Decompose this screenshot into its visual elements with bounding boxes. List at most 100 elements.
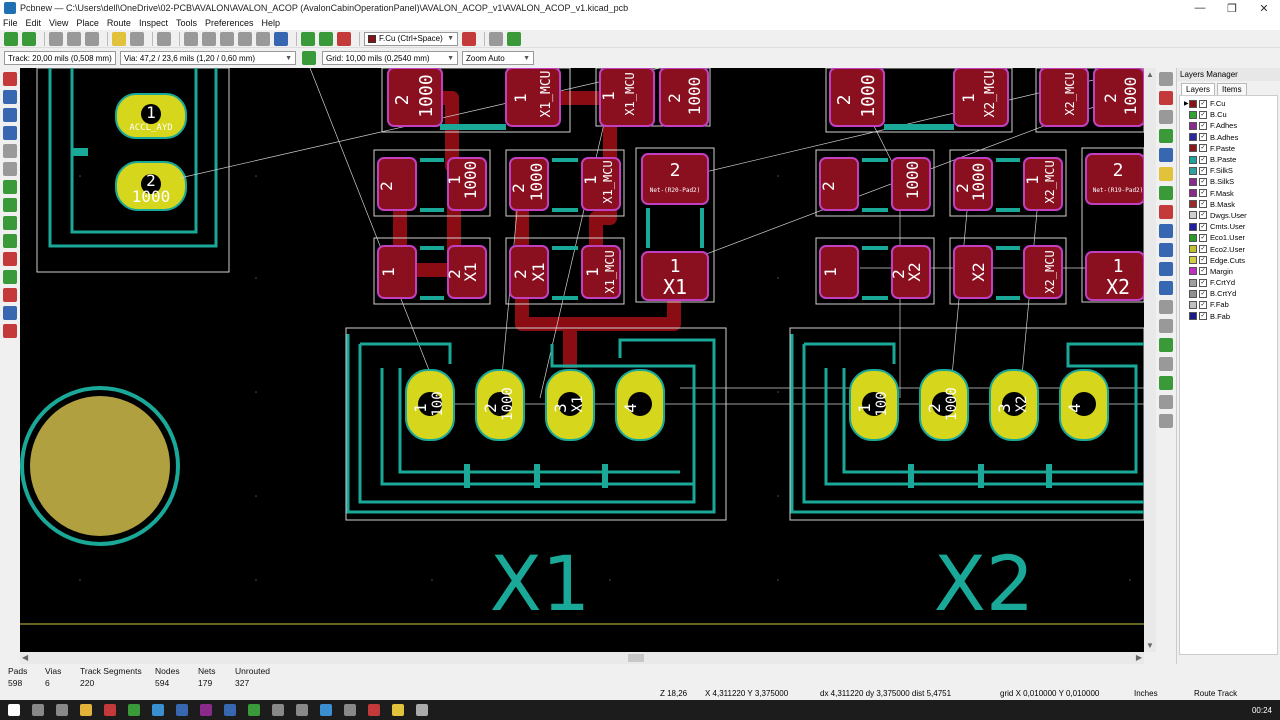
- pcb-canvas[interactable]: 1 ACCL_AYD 2 1000 2 1000 1 X1_MCU 1 X1_M…: [20, 68, 1144, 652]
- layer-color-swatch[interactable]: [1189, 144, 1197, 153]
- restore-button[interactable]: ❐: [1216, 2, 1248, 15]
- task-view-icon[interactable]: [56, 704, 68, 716]
- layer-color-swatch[interactable]: [1189, 289, 1197, 298]
- menu-file[interactable]: File: [3, 18, 18, 28]
- zoom-in-icon[interactable]: [202, 31, 216, 46]
- add-dimension-icon[interactable]: [1159, 319, 1173, 333]
- drc-icon[interactable]: [337, 31, 351, 46]
- maps-icon[interactable]: [296, 704, 308, 716]
- layer-row[interactable]: ✓ Cmts.User: [1180, 221, 1277, 232]
- layer-pair-icon[interactable]: [462, 31, 476, 46]
- layer-visibility-checkbox[interactable]: ✓: [1199, 233, 1207, 242]
- drill-origin-icon[interactable]: [1159, 376, 1173, 390]
- board-setup-icon[interactable]: [4, 31, 18, 46]
- zoom-fit-icon[interactable]: [238, 31, 252, 46]
- add-target-icon[interactable]: [1159, 338, 1173, 352]
- search-icon[interactable]: [32, 704, 44, 716]
- add-keepout-icon[interactable]: [1159, 205, 1173, 219]
- zoom-selection-icon[interactable]: [256, 31, 270, 46]
- active-layer-select[interactable]: F.Cu (Ctrl+Space) ▼: [364, 31, 458, 46]
- layer-color-swatch[interactable]: [1189, 233, 1197, 242]
- layer-visibility-checkbox[interactable]: ✓: [1199, 144, 1207, 153]
- close-button[interactable]: ✕: [1248, 2, 1280, 15]
- layer-color-swatch[interactable]: [1189, 110, 1197, 119]
- layer-row[interactable]: ✓ Eco1.User: [1180, 232, 1277, 243]
- plot-icon[interactable]: [85, 31, 99, 46]
- layer-row[interactable]: ✓ F.SilkS: [1180, 165, 1277, 176]
- layer-color-swatch[interactable]: [1189, 200, 1197, 209]
- zoom-area-icon[interactable]: [274, 31, 288, 46]
- menu-help[interactable]: Help: [262, 18, 281, 28]
- layer-visibility-checkbox[interactable]: ✓: [1199, 278, 1207, 287]
- layer-row[interactable]: ✓ B.Paste: [1180, 154, 1277, 165]
- edge-icon[interactable]: [152, 704, 164, 716]
- vertical-scrollbar[interactable]: ▲ ▼: [1144, 68, 1156, 652]
- find-icon[interactable]: [157, 31, 171, 46]
- add-via-icon[interactable]: [1159, 167, 1173, 181]
- scroll-up-icon[interactable]: ▲: [1146, 70, 1154, 79]
- grid-select[interactable]: Grid: 10,00 mils (0,2540 mm) ▼: [322, 51, 458, 65]
- layer-visibility-checkbox[interactable]: ✓: [1199, 189, 1207, 198]
- curved-ratsnest-icon[interactable]: [3, 198, 17, 212]
- polar-coords-icon[interactable]: [3, 108, 17, 122]
- layer-color-swatch[interactable]: [1189, 166, 1197, 175]
- layer-color-swatch[interactable]: [1189, 278, 1197, 287]
- inch-units-icon[interactable]: [3, 126, 17, 140]
- layer-visibility-checkbox[interactable]: ✓: [1199, 222, 1207, 231]
- footprint-connector-x1[interactable]: [345, 327, 727, 521]
- add-polygon-icon[interactable]: [1159, 281, 1173, 295]
- track-sketch-icon[interactable]: [3, 288, 17, 302]
- layer-color-swatch[interactable]: [1189, 211, 1197, 220]
- pdf-icon[interactable]: [368, 704, 380, 716]
- zoom-select[interactable]: Zoom Auto ▼: [462, 51, 534, 65]
- high-contrast-icon[interactable]: [3, 306, 17, 320]
- layer-row[interactable]: ✓ B.Cu: [1180, 109, 1277, 120]
- layer-visibility-checkbox[interactable]: ✓: [1199, 200, 1207, 209]
- layer-color-swatch[interactable]: [1189, 133, 1197, 142]
- layer-row[interactable]: ✓ B.Adhes: [1180, 132, 1277, 143]
- netlist-icon[interactable]: [301, 31, 315, 46]
- auto-track-width-icon[interactable]: [302, 51, 316, 65]
- layer-row[interactable]: ✓ F.Adhes: [1180, 120, 1277, 131]
- print-icon[interactable]: [67, 31, 81, 46]
- menu-place[interactable]: Place: [76, 18, 99, 28]
- add-zone-icon[interactable]: [1159, 186, 1173, 200]
- scroll-thumb[interactable]: [628, 654, 644, 662]
- browser-icon[interactable]: [320, 704, 332, 716]
- layer-color-swatch[interactable]: [1189, 312, 1197, 321]
- word-icon[interactable]: [224, 704, 236, 716]
- layer-visibility-checkbox[interactable]: ✓: [1199, 177, 1207, 186]
- mail-icon[interactable]: [176, 704, 188, 716]
- footprint-accl[interactable]: [36, 68, 230, 273]
- layer-color-swatch[interactable]: [1189, 121, 1197, 130]
- add-circle-icon[interactable]: [1159, 243, 1173, 257]
- undo-icon[interactable]: [112, 31, 126, 46]
- layer-row[interactable]: ✓ Margin: [1180, 266, 1277, 277]
- tab-layers[interactable]: Layers: [1181, 83, 1216, 95]
- layer-color-swatch[interactable]: [1189, 300, 1197, 309]
- tab-items[interactable]: Items: [1217, 83, 1247, 95]
- scroll-right-icon[interactable]: ▶: [1136, 653, 1142, 662]
- mounting-hole[interactable]: [20, 386, 180, 546]
- via-size-select[interactable]: Via: 47,2 / 23,6 mils (1,20 / 0,60 mm) ▼: [120, 51, 296, 65]
- layer-visibility-checkbox[interactable]: ✓: [1199, 99, 1207, 108]
- layer-row[interactable]: ✓ F.Paste: [1180, 143, 1277, 154]
- menu-view[interactable]: View: [49, 18, 68, 28]
- local-ratsnest-icon[interactable]: [1159, 110, 1173, 124]
- layer-visibility-checkbox[interactable]: ✓: [1199, 133, 1207, 142]
- layer-color-swatch[interactable]: [1189, 155, 1197, 164]
- layer-visibility-checkbox[interactable]: ✓: [1199, 166, 1207, 175]
- layer-visibility-checkbox[interactable]: ✓: [1199, 312, 1207, 321]
- layer-visibility-checkbox[interactable]: ✓: [1199, 245, 1207, 254]
- excel-icon[interactable]: [248, 704, 260, 716]
- horizontal-scrollbar[interactable]: ◀ ▶: [20, 652, 1144, 664]
- update-pcb-icon[interactable]: [319, 31, 333, 46]
- minimize-button[interactable]: —: [1184, 2, 1216, 14]
- route-track-icon[interactable]: [1159, 148, 1173, 162]
- windows-start-icon[interactable]: [8, 704, 20, 716]
- layer-visibility-checkbox[interactable]: ✓: [1199, 211, 1207, 220]
- layer-visibility-checkbox[interactable]: ✓: [1199, 155, 1207, 164]
- layer-color-swatch[interactable]: [1189, 99, 1197, 108]
- layer-row[interactable]: ✓ B.SilkS: [1180, 176, 1277, 187]
- cursor-shape-icon[interactable]: [3, 162, 17, 176]
